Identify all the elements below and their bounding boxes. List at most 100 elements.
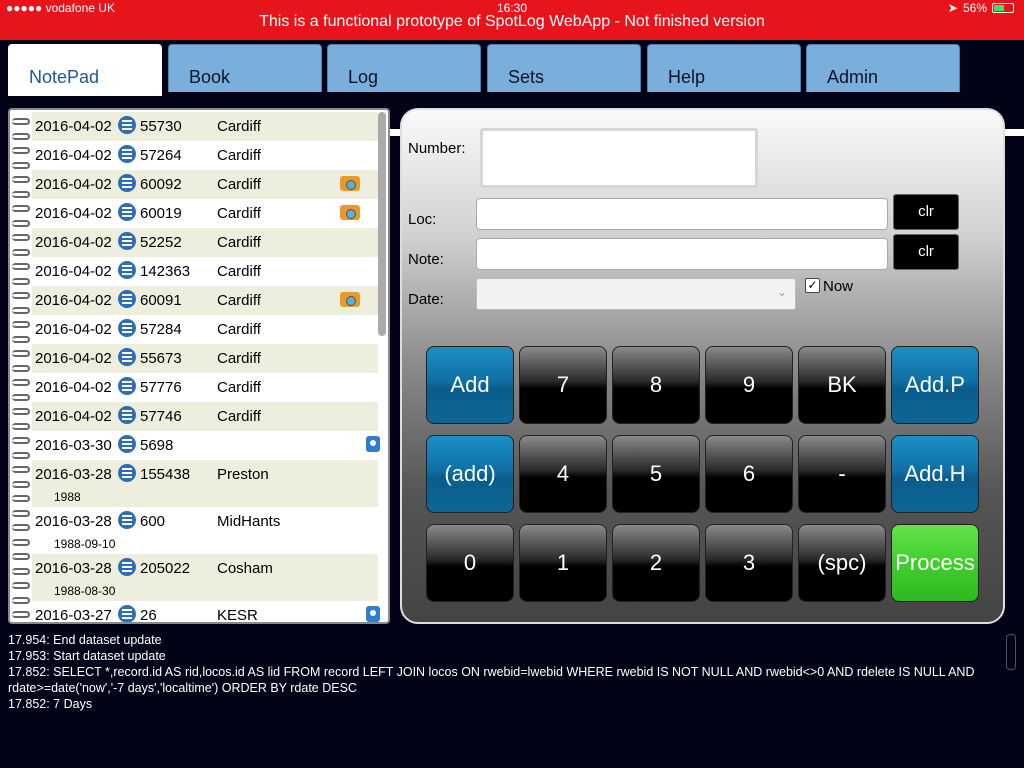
- list-icon[interactable]: [118, 377, 136, 395]
- record-date: 2016-03-28: [35, 560, 112, 577]
- list-icon[interactable]: [118, 203, 136, 221]
- list-icon[interactable]: [118, 319, 136, 337]
- key-process-button[interactable]: Process: [891, 524, 979, 602]
- list-icon[interactable]: [118, 605, 136, 622]
- binding-ring: [12, 611, 30, 618]
- key-add-button[interactable]: Add: [426, 346, 514, 424]
- record-number: 5698: [140, 437, 174, 454]
- list-icon[interactable]: [118, 558, 136, 576]
- record-date: 2016-04-02: [35, 379, 112, 396]
- list-icon[interactable]: [118, 261, 136, 279]
- note-input[interactable]: [476, 238, 888, 270]
- key-8-button[interactable]: 8: [612, 346, 700, 424]
- console-scrollbar[interactable]: [1006, 634, 1016, 670]
- key-4-button[interactable]: 4: [519, 435, 607, 513]
- record-row[interactable]: 2016-04-02 57746 Cardiff: [32, 402, 378, 431]
- record-row[interactable]: 2016-04-02 55730 Cardiff: [32, 112, 378, 141]
- record-row[interactable]: 2016-04-02 60092 Cardiff: [32, 170, 378, 199]
- record-row[interactable]: 2016-04-02 57776 Cardiff: [32, 373, 378, 402]
- tab-admin[interactable]: Admin: [806, 44, 960, 92]
- binding-ring: [12, 538, 30, 546]
- record-date: 2016-03-28: [35, 466, 112, 483]
- record-row[interactable]: 2016-04-02 142363 Cardiff: [32, 257, 378, 286]
- record-number: 60092: [140, 176, 182, 193]
- key-2-button[interactable]: 2: [612, 524, 700, 602]
- tab-bar: NotePad Book Log Sets Help Admin: [0, 40, 1024, 136]
- key-9-button[interactable]: 9: [705, 346, 793, 424]
- record-date: 2016-03-30: [35, 437, 112, 454]
- record-number: 55673: [140, 350, 182, 367]
- key-addh-button[interactable]: Add.H: [891, 435, 979, 513]
- key-bk-button[interactable]: BK: [798, 346, 886, 424]
- key-6-button[interactable]: 6: [705, 435, 793, 513]
- record-row[interactable]: 2016-03-28 600 MidHants 1988-09-10: [32, 507, 378, 554]
- note-clear-button[interactable]: clr: [893, 234, 959, 270]
- record-row[interactable]: 2016-04-02 57264 Cardiff: [32, 141, 378, 170]
- key-3-button[interactable]: 3: [705, 524, 793, 602]
- record-location: Cardiff: [217, 205, 261, 222]
- record-row[interactable]: 2016-04-02 52252 Cardiff: [32, 228, 378, 257]
- key-0-button[interactable]: 0: [426, 524, 514, 602]
- record-subdate: 1988: [54, 490, 81, 504]
- loc-input[interactable]: [476, 198, 888, 230]
- list-icon[interactable]: [118, 116, 136, 134]
- record-date: 2016-03-27: [35, 607, 112, 624]
- list-icon[interactable]: [118, 145, 136, 163]
- list-icon[interactable]: [118, 174, 136, 192]
- camera-icon[interactable]: [340, 292, 360, 307]
- record-row[interactable]: 2016-03-28 205022 Cosham 1988-08-30: [32, 554, 378, 601]
- record-date: 2016-04-02: [35, 263, 112, 280]
- binding-ring: [12, 263, 30, 270]
- record-number: 142363: [140, 263, 191, 280]
- list-icon[interactable]: [118, 348, 136, 366]
- record-location: MidHants: [217, 513, 281, 530]
- camera-icon[interactable]: [340, 176, 360, 191]
- loc-label: Loc:: [408, 211, 437, 228]
- record-location: Cardiff: [217, 379, 261, 396]
- binding-ring: [12, 147, 30, 154]
- key-add-button[interactable]: (add): [426, 435, 514, 513]
- key-5-button[interactable]: 5: [612, 435, 700, 513]
- key-7-button[interactable]: 7: [519, 346, 607, 424]
- list-icon[interactable]: [118, 511, 136, 529]
- binding-ring: [12, 219, 30, 227]
- list-icon[interactable]: [118, 464, 136, 482]
- tab-sets[interactable]: Sets: [487, 44, 641, 92]
- record-date: 2016-04-02: [35, 147, 112, 164]
- record-row[interactable]: 2016-04-02 60019 Cardiff: [32, 199, 378, 228]
- date-label: Date:: [408, 291, 444, 308]
- date-select[interactable]: ⌄: [476, 278, 796, 310]
- tab-log[interactable]: Log: [327, 44, 481, 92]
- list-icon[interactable]: [118, 435, 136, 453]
- record-location: Cardiff: [217, 408, 261, 425]
- list-icon[interactable]: [118, 406, 136, 424]
- key-addp-button[interactable]: Add.P: [891, 346, 979, 424]
- notepad-list[interactable]: 2016-04-02 55730 Cardiff 2016-04-02 57264 Car…: [8, 108, 390, 624]
- key--button[interactable]: -: [798, 435, 886, 513]
- record-location: Cardiff: [217, 292, 261, 309]
- record-row[interactable]: 2016-03-28 155438 Preston 1988: [32, 460, 378, 507]
- camera-icon[interactable]: [340, 205, 360, 220]
- record-row[interactable]: 2016-04-02 57284 Cardiff: [32, 315, 378, 344]
- number-field[interactable]: [480, 128, 758, 188]
- list-icon[interactable]: [118, 232, 136, 250]
- key-1-button[interactable]: 1: [519, 524, 607, 602]
- binding-ring: [12, 437, 30, 444]
- tab-help[interactable]: Help: [647, 44, 801, 92]
- loc-clear-button[interactable]: clr: [893, 194, 959, 230]
- key-spc-button[interactable]: (spc): [798, 524, 886, 602]
- record-row[interactable]: 2016-03-30 5698: [32, 431, 380, 460]
- record-row[interactable]: 2016-03-27 26 KESR: [32, 601, 380, 624]
- list-icon[interactable]: [118, 290, 136, 308]
- tab-book[interactable]: Book: [168, 44, 322, 92]
- record-row[interactable]: 2016-04-02 55673 Cardiff: [32, 344, 378, 373]
- record-number: 60019: [140, 205, 182, 222]
- list-scrollbar[interactable]: [378, 112, 386, 336]
- binding-ring: [12, 118, 30, 125]
- tab-notepad[interactable]: NotePad: [8, 44, 162, 96]
- record-row[interactable]: 2016-04-02 60091 Cardiff: [32, 286, 378, 315]
- now-checkbox[interactable]: ✓: [805, 278, 820, 293]
- record-date: 2016-04-02: [35, 292, 112, 309]
- binding-ring: [12, 161, 30, 169]
- record-location: Cardiff: [217, 263, 261, 280]
